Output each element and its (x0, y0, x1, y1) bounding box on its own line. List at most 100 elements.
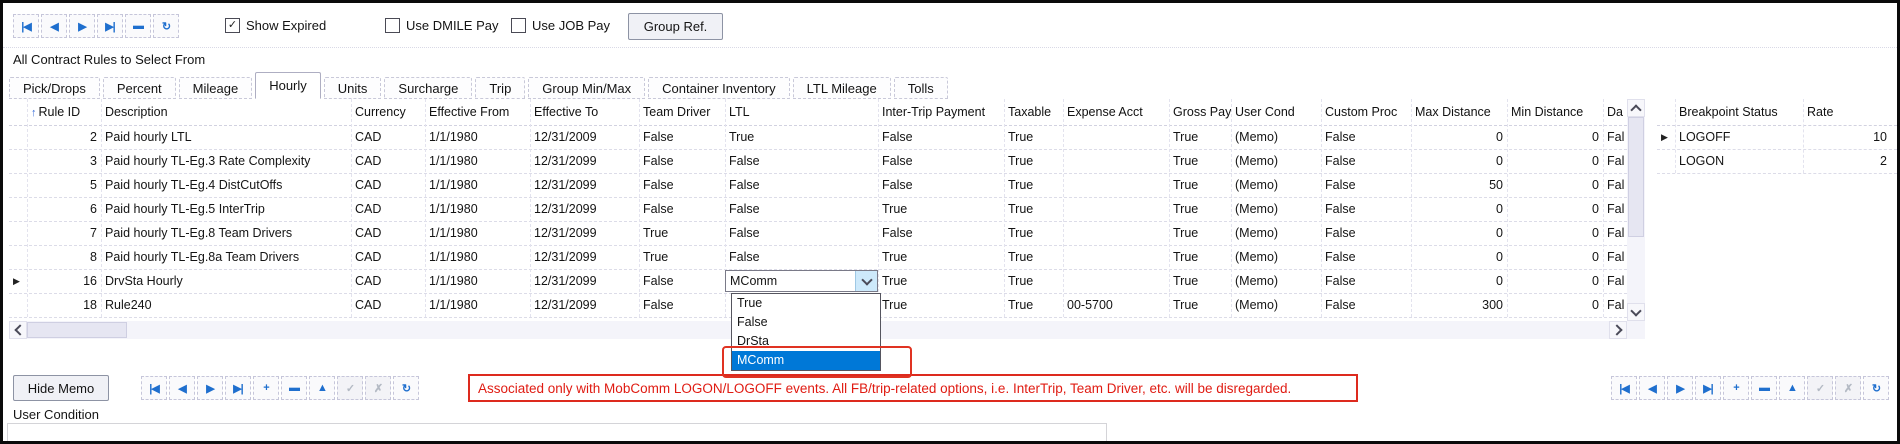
grid-row-8[interactable]: 8 Paid hourly TL-Eg.8a Team Drivers CAD 1/1… (9, 245, 1627, 269)
cell-custom_proc[interactable]: False (1321, 149, 1411, 173)
cell-effective_to[interactable]: 12/31/2099 (530, 293, 639, 317)
cell-currency[interactable]: CAD (351, 245, 425, 269)
insert-record-button[interactable]: + (253, 376, 279, 400)
cell-min_distance[interactable]: 0 (1507, 173, 1603, 197)
cell-effective_to[interactable]: 12/31/2099 (530, 221, 639, 245)
cell-taxable[interactable]: True (1004, 125, 1063, 149)
cell-user_cond[interactable]: (Memo) (1231, 125, 1321, 149)
first-record-button[interactable]: |◀ (141, 376, 167, 400)
ltl-combo-dropdown-button[interactable] (855, 271, 877, 291)
grid-row-6[interactable]: 6 Paid hourly TL-Eg.5 InterTrip CAD 1/1/198… (9, 197, 1627, 221)
cell-rule_id[interactable]: 3 (27, 149, 101, 173)
column-header-currency[interactable]: Currency (351, 99, 425, 125)
vertical-scroll-thumb[interactable] (1628, 117, 1644, 237)
cell-currency[interactable]: CAD (351, 197, 425, 221)
cell-taxable[interactable]: True (1004, 221, 1063, 245)
cell-taxable[interactable]: True (1004, 245, 1063, 269)
prior-record-button[interactable]: ◀ (169, 376, 195, 400)
cell-effective_from[interactable]: 1/1/1980 (425, 269, 530, 293)
bp-column-header-rate[interactable]: Rate (1803, 99, 1891, 125)
group-ref-button[interactable]: Group Ref. (628, 13, 723, 40)
cell-ltl[interactable]: False (725, 197, 878, 221)
cell-ltl[interactable]: False (725, 149, 878, 173)
hide-memo-button[interactable]: Hide Memo (13, 375, 109, 401)
refresh-record-button[interactable]: ↻ (153, 14, 179, 38)
cell-user_cond[interactable]: (Memo) (1231, 149, 1321, 173)
cell-inter_trip[interactable]: True (878, 269, 1004, 293)
cell-gross_pay[interactable]: True (1169, 173, 1231, 197)
cell-description[interactable]: DrvSta Hourly (101, 269, 351, 293)
column-header-min_distance[interactable]: Min Distance (1507, 99, 1603, 125)
cell-expense_acct[interactable] (1063, 197, 1169, 221)
cell-description[interactable]: Paid hourly TL-Eg.8 Team Drivers (101, 221, 351, 245)
cell-expense_acct[interactable] (1063, 245, 1169, 269)
cell-da[interactable]: Fal (1603, 221, 1627, 245)
grid-row-7[interactable]: 7 Paid hourly TL-Eg.8 Team Drivers CAD 1/1/… (9, 221, 1627, 245)
column-header-team_driver[interactable]: Team Driver (639, 99, 725, 125)
cell-custom_proc[interactable]: False (1321, 293, 1411, 317)
column-header-description[interactable]: Description (101, 99, 351, 125)
cell-expense_acct[interactable] (1063, 125, 1169, 149)
next-record-button[interactable]: ▶ (69, 14, 95, 38)
tab-percent[interactable]: Percent (102, 77, 176, 99)
bp-cell-status[interactable]: LOGON (1675, 149, 1803, 173)
cell-description[interactable]: Rule240 (101, 293, 351, 317)
cell-da[interactable]: Fal (1603, 197, 1627, 221)
column-header-effective_to[interactable]: Effective To (530, 99, 639, 125)
cell-custom_proc[interactable]: False (1321, 125, 1411, 149)
bp-cell-status[interactable]: LOGOFF (1675, 125, 1803, 149)
cell-rule_id[interactable]: 6 (27, 197, 101, 221)
cell-inter_trip[interactable]: False (878, 221, 1004, 245)
tab-mileage[interactable]: Mileage (178, 77, 253, 99)
cell-max_distance[interactable]: 0 (1411, 149, 1507, 173)
cell-taxable[interactable]: True (1004, 293, 1063, 317)
tab-ltl-mileage[interactable]: LTL Mileage (792, 77, 891, 99)
cell-custom_proc[interactable]: False (1321, 221, 1411, 245)
cell-min_distance[interactable]: 0 (1507, 197, 1603, 221)
cell-description[interactable]: Paid hourly TL-Eg.4 DistCutOffs (101, 173, 351, 197)
cell-da[interactable]: Fal (1603, 269, 1627, 293)
cell-min_distance[interactable]: 0 (1507, 149, 1603, 173)
bp-cell-rate[interactable]: 10 (1803, 125, 1891, 149)
cell-team_driver[interactable]: False (639, 269, 725, 293)
cell-inter_trip[interactable]: False (878, 125, 1004, 149)
tab-container-inventory[interactable]: Container Inventory (648, 77, 790, 99)
user-condition-editor[interactable] (7, 423, 1107, 441)
cell-max_distance[interactable]: 300 (1411, 293, 1507, 317)
next-record-button[interactable]: ▶ (197, 376, 223, 400)
cell-description[interactable]: Paid hourly TL-Eg.8a Team Drivers (101, 245, 351, 269)
column-header-custom_proc[interactable]: Custom Proc (1321, 99, 1411, 125)
prior-record-button[interactable]: ◀ (1639, 376, 1665, 400)
dropdown-option-mcomm[interactable]: MComm (732, 351, 880, 370)
cell-team_driver[interactable]: False (639, 173, 725, 197)
cell-user_cond[interactable]: (Memo) (1231, 173, 1321, 197)
cell-max_distance[interactable]: 0 (1411, 197, 1507, 221)
post-record-button[interactable]: ✓ (337, 376, 363, 400)
grid-row-2[interactable]: 2 Paid hourly LTL CAD 1/1/1980 12/31/2009 Fal… (9, 125, 1627, 149)
cell-inter_trip[interactable]: False (878, 149, 1004, 173)
cell-gross_pay[interactable]: True (1169, 197, 1231, 221)
cell-effective_from[interactable]: 1/1/1980 (425, 173, 530, 197)
cell-rule_id[interactable]: 2 (27, 125, 101, 149)
cell-taxable[interactable]: True (1004, 197, 1063, 221)
cell-user_cond[interactable]: (Memo) (1231, 269, 1321, 293)
post-record-button[interactable]: ✓ (1807, 376, 1833, 400)
cell-user_cond[interactable]: (Memo) (1231, 293, 1321, 317)
cell-currency[interactable]: CAD (351, 125, 425, 149)
cell-max_distance[interactable]: 0 (1411, 221, 1507, 245)
cell-custom_proc[interactable]: False (1321, 269, 1411, 293)
cell-min_distance[interactable]: 0 (1507, 245, 1603, 269)
edit-record-button[interactable]: ▲ (309, 376, 335, 400)
first-record-button[interactable]: |◀ (1611, 376, 1637, 400)
column-header-gross_pay[interactable]: Gross Pay D (1169, 99, 1231, 125)
bp-column-header-breakpoint-status[interactable]: Breakpoint Status (1675, 99, 1803, 125)
cell-effective_from[interactable]: 1/1/1980 (425, 221, 530, 245)
refresh-record-button[interactable]: ↻ (393, 376, 419, 400)
column-header-rule_id[interactable]: ↑ Rule ID (27, 99, 101, 125)
cell-da[interactable]: Fal (1603, 125, 1627, 149)
dropdown-option-drsta[interactable]: DrSta (732, 332, 880, 351)
scroll-down-button[interactable] (1627, 303, 1645, 321)
last-record-button[interactable]: ▶| (225, 376, 251, 400)
first-record-button[interactable]: |◀ (13, 14, 39, 38)
cell-team_driver[interactable]: True (639, 221, 725, 245)
